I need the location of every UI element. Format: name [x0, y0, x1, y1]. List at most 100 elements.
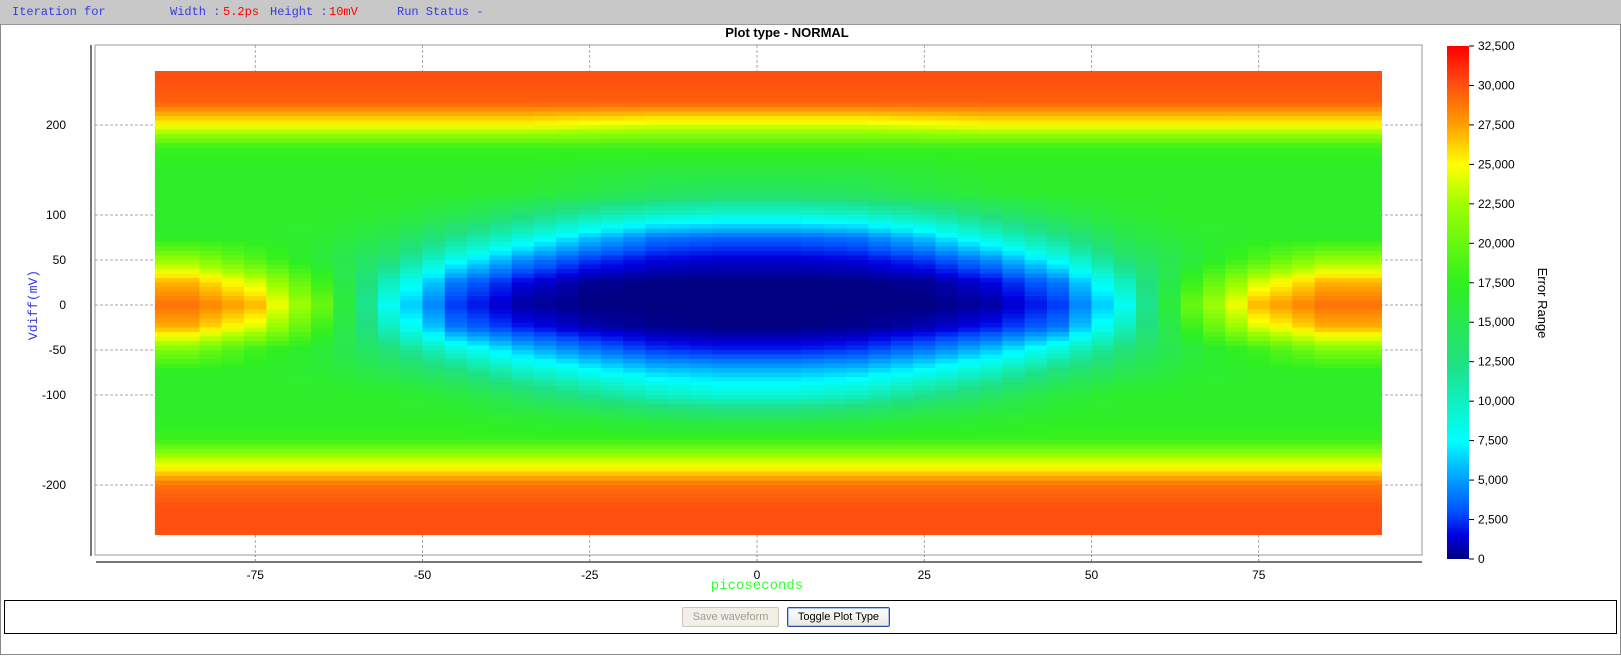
heatmap-cell [734, 89, 758, 95]
heatmap-cell [823, 215, 847, 221]
heatmap-cell [266, 309, 290, 315]
heatmap-cell [244, 242, 267, 248]
heatmap-cell [1359, 75, 1382, 81]
heatmap-cell [154, 309, 178, 315]
heatmap-cell [890, 296, 914, 302]
heatmap-cell [311, 462, 334, 468]
heatmap-cell [623, 435, 647, 441]
heatmap-cell [288, 192, 312, 198]
heatmap-cell [667, 408, 691, 414]
heatmap-cell [400, 471, 424, 477]
heatmap-cell [734, 431, 758, 437]
heatmap-cell [355, 264, 379, 270]
heatmap-cell [1158, 282, 1182, 288]
heatmap-cell [1336, 368, 1360, 374]
heatmap-cell [154, 75, 178, 81]
heatmap-cell [467, 192, 490, 198]
heatmap-cell [467, 417, 490, 423]
heatmap-cell [1091, 260, 1115, 266]
heatmap-cell [1336, 219, 1360, 225]
heatmap-cell [1024, 323, 1048, 329]
heatmap-cell [801, 84, 825, 90]
heatmap-cell [1203, 399, 1226, 405]
heatmap-cell [355, 201, 379, 207]
heatmap-cell [823, 71, 847, 77]
heatmap-cell [957, 224, 981, 230]
heatmap-cell [556, 368, 580, 374]
heatmap-cell [467, 332, 490, 338]
heatmap-cell [534, 363, 557, 369]
heatmap-cell [623, 219, 647, 225]
heatmap-cell [221, 260, 245, 266]
heatmap-cell [623, 147, 647, 153]
heatmap-cell [578, 318, 602, 324]
heatmap-cell [333, 305, 357, 311]
heatmap-cell [1225, 426, 1249, 432]
heatmap-cell [1269, 255, 1293, 261]
heatmap-cell [511, 426, 535, 432]
heatmap-cell [221, 255, 245, 261]
heatmap-cell [1180, 147, 1204, 153]
heatmap-cell [221, 282, 245, 288]
heatmap-cell [1225, 471, 1249, 477]
heatmap-cell [311, 134, 334, 140]
heatmap-cell [377, 89, 401, 95]
heatmap-cell [199, 237, 223, 243]
heatmap-cell [779, 201, 803, 207]
heatmap-cell [913, 323, 936, 329]
heatmap-cell [422, 170, 446, 176]
heatmap-cell [288, 269, 312, 275]
heatmap-cell [1002, 156, 1026, 162]
heatmap-cell [600, 458, 624, 464]
heatmap-cell [534, 404, 557, 410]
heatmap-cell [244, 444, 267, 450]
heatmap-cell [600, 237, 624, 243]
heatmap-cell [623, 332, 647, 338]
heatmap-cell [823, 449, 847, 455]
heatmap-cell [1091, 332, 1115, 338]
heatmap-cell [266, 408, 290, 414]
heatmap-cell [600, 390, 624, 396]
heatmap-cell [244, 152, 267, 158]
heatmap-cell [957, 350, 981, 356]
heatmap-cell [467, 201, 490, 207]
heatmap-cell [1336, 381, 1360, 387]
heatmap-cell [266, 444, 290, 450]
heatmap-cell [957, 332, 981, 338]
heatmap-cell [890, 354, 914, 360]
heatmap-cell [221, 237, 245, 243]
heatmap-cell [1225, 458, 1249, 464]
heatmap-cell [757, 350, 780, 356]
heatmap-cell [667, 453, 691, 459]
heatmap-cell [1203, 453, 1226, 459]
heatmap-cell [1269, 278, 1293, 284]
heatmap-cell [400, 368, 424, 374]
heatmap-cell [400, 224, 424, 230]
heatmap-cell [1158, 102, 1182, 108]
heatmap-cell [913, 242, 936, 248]
heatmap-cell [221, 134, 245, 140]
heatmap-cell [1359, 161, 1382, 167]
heatmap-cell [1024, 80, 1048, 86]
heatmap-cell [667, 102, 691, 108]
heatmap-cell [1136, 458, 1159, 464]
heatmap-cell [556, 399, 580, 405]
heatmap-cell [377, 363, 401, 369]
heatmap-cell [1024, 390, 1048, 396]
heatmap-cell [333, 300, 357, 306]
heatmap-cell [556, 305, 580, 311]
heatmap-cell [511, 111, 535, 117]
heatmap-cell [935, 386, 959, 392]
heatmap-cell [868, 471, 892, 477]
heatmap-cell [801, 354, 825, 360]
heatmap-cell [600, 161, 624, 167]
heatmap-cell [957, 138, 981, 144]
heatmap-cell [957, 183, 981, 189]
heatmap-cell [333, 233, 357, 239]
heatmap-cell [467, 390, 490, 396]
heatmap-cell [333, 282, 357, 288]
heatmap-cell [534, 80, 557, 86]
heatmap-cell [355, 476, 379, 482]
heatmap-cell [890, 80, 914, 86]
heatmap-cell [266, 201, 290, 207]
